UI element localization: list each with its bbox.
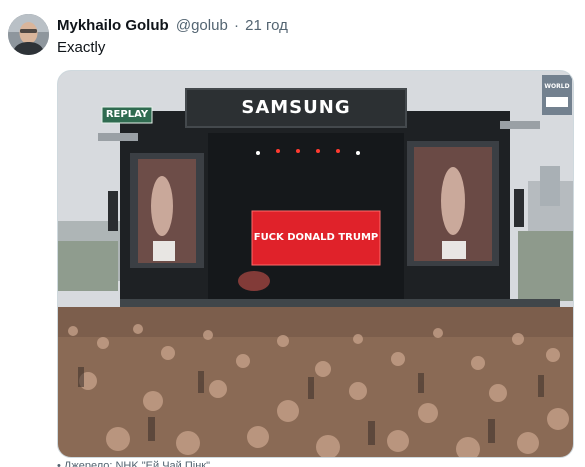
tweet-text: Exactly xyxy=(57,39,106,56)
tweet: Mykhailo Golub @golub · 21 год Exactly S… xyxy=(0,0,585,467)
author-display-name[interactable]: Mykhailo Golub xyxy=(57,17,169,34)
tweet-timestamp[interactable]: 21 год xyxy=(245,17,288,34)
stage-brand-label: SAMSUNG xyxy=(241,97,351,118)
quoted-source-partial: • Джерело: NHK "Ей Чай Пінк" xyxy=(57,460,210,467)
replay-badge: REPLAY xyxy=(105,109,149,120)
avatar-image xyxy=(8,14,49,55)
author-handle[interactable]: @golub xyxy=(176,17,228,34)
concert-stage-image xyxy=(58,71,573,457)
tweet-media-video[interactable]: SAMSUNG REPLAY FUCK DONALD TRUMP WORLD xyxy=(57,70,574,458)
tweet-header: Mykhailo Golub @golub · 21 год xyxy=(57,16,288,36)
header-separator: · xyxy=(233,17,239,34)
corner-logo: WORLD xyxy=(544,83,570,90)
author-avatar[interactable] xyxy=(8,14,49,55)
screen-message: FUCK DONALD TRUMP xyxy=(253,232,379,243)
